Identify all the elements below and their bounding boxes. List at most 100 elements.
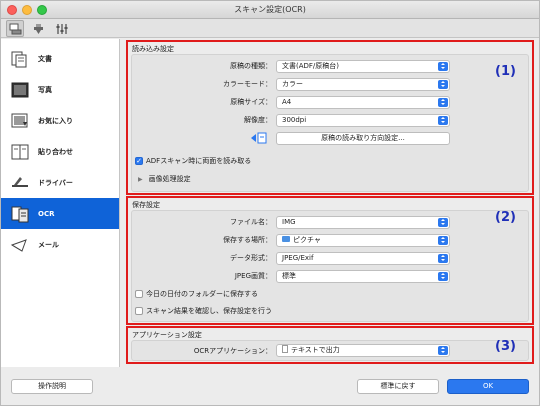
save-in-value: ピクチャ <box>293 236 321 244</box>
paper-size-select[interactable]: A4 <box>276 96 450 109</box>
source-select[interactable]: 文書(ADF/原稿台) <box>276 60 450 73</box>
jpeg-quality-select[interactable]: 標準 <box>276 270 450 283</box>
orientation-settings-button[interactable]: 原稿の読み取り方向設定... <box>276 132 450 145</box>
text-file-icon <box>282 345 288 353</box>
sidebar-item-label: 貼り合わせ <box>38 147 73 156</box>
defaults-button[interactable]: 標準に戻す <box>357 379 439 394</box>
chevron-updown-icon <box>438 116 448 125</box>
date-folder-checkbox[interactable]: 今日の日付のフォルダーに保存する <box>135 289 258 299</box>
window-title: スキャン設定(OCR) <box>234 5 306 14</box>
sidebar-item-label: 写真 <box>38 85 52 94</box>
color-mode-label: カラーモード： <box>223 80 272 88</box>
save-in-label: 保存する場所： <box>223 236 272 244</box>
favorite-icon <box>9 111 31 131</box>
sidebar-item-document[interactable]: 文書 <box>1 43 119 74</box>
filename-value: IMG <box>282 218 296 226</box>
driver-icon <box>9 173 31 193</box>
orientation-icon <box>250 132 268 146</box>
checkbox-box <box>135 307 143 315</box>
chevron-updown-icon <box>438 218 448 227</box>
ok-button[interactable]: OK <box>447 379 529 394</box>
stitch-icon <box>9 142 31 162</box>
scan-options-section: 読み込み設定 原稿の種類： 文書(ADF/原稿台) カラーモード： カラー 原稿… <box>126 40 534 195</box>
filename-input[interactable]: IMG <box>276 216 450 229</box>
sidebar-item-ocr[interactable]: OCR <box>1 198 119 229</box>
instructions-button[interactable]: 操作説明 <box>11 379 93 394</box>
application-settings-section: アプリケーション設定 OCRアプリケーション： テキストで出力 (3) <box>126 326 534 364</box>
sidebar-item-driver[interactable]: ドライバー <box>1 167 119 198</box>
chevron-updown-icon <box>438 254 448 263</box>
color-mode-value: カラー <box>282 80 303 88</box>
check-results-checkbox[interactable]: スキャン結果を確認し、保存設定を行う <box>135 306 272 316</box>
mail-icon <box>9 235 31 255</box>
chevron-updown-icon <box>438 346 448 355</box>
resolution-label: 解像度： <box>244 116 272 124</box>
minimize-window-button[interactable] <box>22 5 32 15</box>
application-settings-group: OCRアプリケーション： テキストで出力 <box>131 340 529 361</box>
disclosure-triangle-icon: ▶ <box>138 175 143 183</box>
title-bar: スキャン設定(OCR) <box>1 1 539 19</box>
sidebar-item-photo[interactable]: 写真 <box>1 74 119 105</box>
general-settings-icon <box>56 23 67 34</box>
date-folder-label: 今日の日付のフォルダーに保存する <box>146 290 258 298</box>
section-number-2: (2) <box>495 210 516 225</box>
scan-settings-window: スキャン設定(OCR) 文書 写真 お気に入り 貼り合わせ ドライバー OCR … <box>0 0 540 406</box>
format-value: JPEG/Exif <box>282 254 314 262</box>
sidebar-item-favorites[interactable]: お気に入り <box>1 105 119 136</box>
sidebar-item-mail[interactable]: メール <box>1 229 119 260</box>
check-results-label: スキャン結果を確認し、保存設定を行う <box>146 307 272 315</box>
paper-size-label: 原稿サイズ： <box>230 98 272 106</box>
resolution-value: 300dpi <box>282 116 307 124</box>
settings-panel: 読み込み設定 原稿の種類： 文書(ADF/原稿台) カラーモード： カラー 原稿… <box>121 39 539 367</box>
format-select[interactable]: JPEG/Exif <box>276 252 450 265</box>
resolution-select[interactable]: 300dpi <box>276 114 450 127</box>
scan-options-group: 原稿の種類： 文書(ADF/原稿台) カラーモード： カラー 原稿サイズ： A4… <box>131 54 529 192</box>
photo-icon <box>9 80 31 100</box>
ocr-app-value: テキストで出力 <box>291 346 340 354</box>
chevron-updown-icon <box>438 236 448 245</box>
scan-from-panel-icon <box>33 23 43 34</box>
color-mode-select[interactable]: カラー <box>276 78 450 91</box>
sidebar: 文書 写真 お気に入り 貼り合わせ ドライバー OCR メール <box>1 39 120 367</box>
filename-label: ファイル名： <box>230 218 272 226</box>
source-label: 原稿の種類： <box>230 62 272 70</box>
sidebar-item-label: OCR <box>38 209 55 218</box>
chevron-updown-icon <box>438 80 448 89</box>
document-icon <box>9 49 31 69</box>
chevron-updown-icon <box>438 98 448 107</box>
scan-from-panel-tab[interactable] <box>29 20 47 37</box>
section-title: 保存設定 <box>132 201 160 209</box>
close-window-button[interactable] <box>7 5 17 15</box>
sidebar-item-label: メール <box>38 240 59 249</box>
chevron-updown-icon <box>438 62 448 71</box>
section-title: 読み込み設定 <box>132 45 174 53</box>
adf-duplex-checkbox[interactable]: ✓ ADFスキャン時に両面を読み取る <box>135 156 251 166</box>
section-number-1: (1) <box>495 64 516 79</box>
checkmark-icon: ✓ <box>135 156 143 165</box>
jpeg-quality-value: 標準 <box>282 272 296 280</box>
sidebar-item-stitch[interactable]: 貼り合わせ <box>1 136 119 167</box>
ocr-icon <box>9 204 31 224</box>
ocr-app-select[interactable]: テキストで出力 <box>276 344 450 357</box>
sidebar-item-label: お気に入り <box>38 116 73 125</box>
image-processing-label: 画像処理設定 <box>148 175 191 183</box>
jpeg-quality-label: JPEG画質： <box>234 272 272 280</box>
section-title: アプリケーション設定 <box>132 331 202 339</box>
section-number-3: (3) <box>495 339 516 354</box>
general-settings-tab[interactable] <box>52 20 70 37</box>
scan-from-computer-tab[interactable] <box>6 20 24 37</box>
chevron-updown-icon <box>438 272 448 281</box>
sidebar-item-label: ドライバー <box>38 178 73 187</box>
format-label: データ形式： <box>230 254 272 262</box>
save-settings-section: 保存設定 ファイル名： IMG 保存する場所： ピクチャ データ形式： JPEG… <box>126 196 534 325</box>
checkbox-box <box>135 290 143 298</box>
source-value: 文書(ADF/原稿台) <box>282 62 340 70</box>
paper-size-value: A4 <box>282 98 292 106</box>
zoom-window-button[interactable] <box>37 5 47 15</box>
toolbar <box>1 19 539 38</box>
scan-from-computer-icon <box>9 23 21 34</box>
adf-duplex-label: ADFスキャン時に両面を読み取る <box>146 157 252 165</box>
image-processing-disclosure[interactable]: ▶ 画像処理設定 <box>138 174 191 184</box>
save-in-select[interactable]: ピクチャ <box>276 234 450 247</box>
sidebar-item-label: 文書 <box>38 54 52 63</box>
